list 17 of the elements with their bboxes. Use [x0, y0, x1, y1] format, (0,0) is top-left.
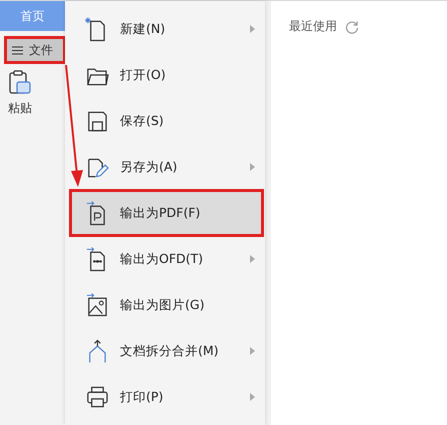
printer-icon: [85, 384, 109, 410]
menu-item[interactable]: 打印(P): [65, 374, 265, 420]
menu-item[interactable]: 文档拆分合并(M): [65, 328, 265, 374]
menu-item[interactable]: 输出为PDF(F): [70, 190, 263, 236]
file-menu-button[interactable]: 文件: [6, 38, 64, 62]
menu-item[interactable]: 打开(O): [65, 52, 265, 98]
recent-heading: 最近使用: [289, 18, 337, 35]
refresh-icon[interactable]: [345, 20, 359, 34]
clipboard-icon[interactable]: [8, 70, 32, 96]
menu-item[interactable]: 输出为OFD(T): [65, 236, 265, 282]
image-file-icon: [85, 292, 109, 318]
menu-item[interactable]: 新建(N): [65, 6, 265, 52]
menu-icon: [12, 46, 23, 54]
paste-label[interactable]: 粘贴: [8, 100, 32, 117]
menu-item[interactable]: 另存为(A): [65, 144, 265, 190]
menu-item[interactable]: 保存(S): [65, 98, 265, 144]
menu-item[interactable]: 输出为图片(G): [65, 282, 265, 328]
